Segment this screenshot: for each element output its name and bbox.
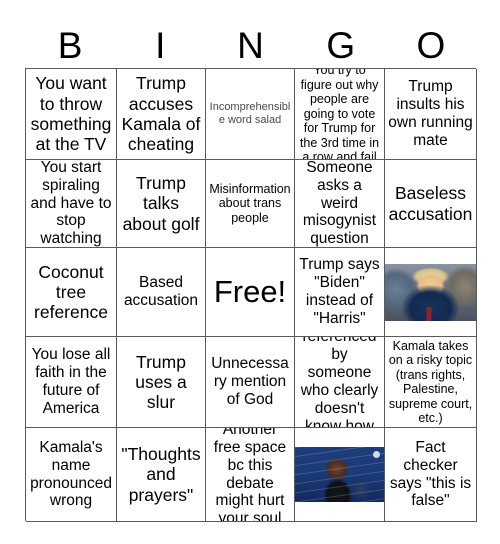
bingo-cell-text: Trump insults his own running mate — [388, 78, 473, 149]
bingo-header-letter-n: N — [237, 24, 264, 66]
bingo-cell[interactable]: You start spiraling and have to stop wat… — [26, 160, 117, 248]
bingo-cell[interactable]: Another free space bc this debate might … — [206, 428, 295, 522]
bingo-cell-text: You start spiraling and have to stop wat… — [30, 160, 112, 248]
bingo-cell-text: Trump says "Biden" instead of "Harris" — [299, 256, 380, 327]
bingo-cell[interactable]: Trump uses a slur — [117, 337, 206, 428]
bingo-cell-text: Another free space bc this debate might … — [213, 428, 287, 522]
bingo-header-letter-b: B — [57, 24, 83, 66]
bingo-cell-text: Kamala takes on a risky topic (trans rig… — [388, 338, 473, 426]
bingo-cell-text: Based accusation — [123, 274, 199, 309]
bingo-cell-text: You try to figure out why people are goi… — [299, 69, 380, 160]
bingo-card: B I N G O You want to throw something at… — [0, 0, 500, 544]
bingo-cell[interactable]: Kamala's name pronounced wrong — [26, 428, 117, 522]
bingo-header-row: B I N G O — [25, 22, 476, 68]
bingo-cell-text: Misinformation about trans people — [209, 181, 291, 225]
bingo-cell[interactable]: AI referenced by someone who clearly doe… — [295, 337, 385, 428]
bingo-cell-text: Coconut tree reference — [34, 261, 108, 323]
bingo-cell[interactable]: Incomprehensible word salad — [206, 69, 295, 160]
bingo-header-letter-g: G — [326, 24, 356, 66]
bingo-cell-text: You want to throw something at the TV — [30, 73, 112, 155]
bingo-cell-text: Free! — [213, 274, 287, 310]
bingo-cell-text: Unnecessary mention of God — [211, 355, 289, 408]
bingo-header-letter-o: O — [416, 24, 446, 66]
bingo-cell[interactable] — [295, 428, 385, 522]
bingo-cell[interactable]: Baseless accusation — [385, 160, 477, 248]
bingo-cell[interactable]: Unnecessary mention of God — [206, 337, 295, 428]
bingo-cell[interactable]: "Thoughts and prayers" — [117, 428, 206, 522]
bingo-cell-text: You lose all faith in the future of Amer… — [31, 346, 111, 417]
bingo-cell[interactable] — [385, 248, 477, 337]
trump-courtroom-photo — [385, 263, 476, 321]
bingo-cell[interactable]: You try to figure out why people are goi… — [295, 69, 385, 160]
bingo-cell-text: Baseless accusation — [388, 183, 473, 224]
bingo-cell-text: Trump uses a slur — [135, 351, 187, 413]
bingo-cell-text: AI referenced by someone who clearly doe… — [300, 337, 379, 428]
bingo-cell-text: Trump accuses Kamala of cheating — [121, 73, 201, 155]
bingo-cell-text: Fact checker says "this is false" — [389, 438, 472, 510]
bingo-grid: You want to throw something at the TV Tru… — [25, 68, 477, 522]
bingo-cell-text: Incomprehensible word salad — [209, 101, 291, 126]
bingo-cell[interactable]: Trump accuses Kamala of cheating — [117, 69, 206, 160]
bingo-cell[interactable]: Based accusation — [117, 248, 206, 337]
backdrop-script-pattern — [295, 447, 384, 502]
bingo-cell[interactable]: Trump insults his own running mate — [385, 69, 477, 160]
bingo-cell[interactable]: Trump says "Biden" instead of "Harris" — [295, 248, 385, 337]
bingo-cell[interactable]: You lose all faith in the future of Amer… — [26, 337, 117, 428]
bingo-cell[interactable]: Misinformation about trans people — [206, 160, 295, 248]
bingo-cell[interactable]: Trump talks about golf — [117, 160, 206, 248]
bingo-cell-text: "Thoughts and prayers" — [121, 444, 201, 505]
kamala-debate-photo — [295, 447, 384, 502]
bingo-header-letter-i: I — [155, 24, 166, 66]
bingo-cell[interactable]: Free! — [206, 248, 295, 337]
bingo-cell[interactable]: Fact checker says "this is false" — [385, 428, 477, 522]
broadcast-logo-icon — [373, 451, 380, 458]
bingo-cell[interactable]: Coconut tree reference — [26, 248, 117, 337]
bingo-cell-text: Kamala's name pronounced wrong — [30, 438, 112, 510]
bingo-cell[interactable]: You want to throw something at the TV — [26, 69, 117, 160]
bingo-cell-text: Someone asks a weird misogynist question — [302, 160, 377, 248]
bingo-cell-text: Trump talks about golf — [122, 173, 200, 234]
bingo-cell[interactable]: Someone asks a weird misogynist question — [295, 160, 385, 248]
bingo-cell[interactable]: Kamala takes on a risky topic (trans rig… — [385, 337, 477, 428]
